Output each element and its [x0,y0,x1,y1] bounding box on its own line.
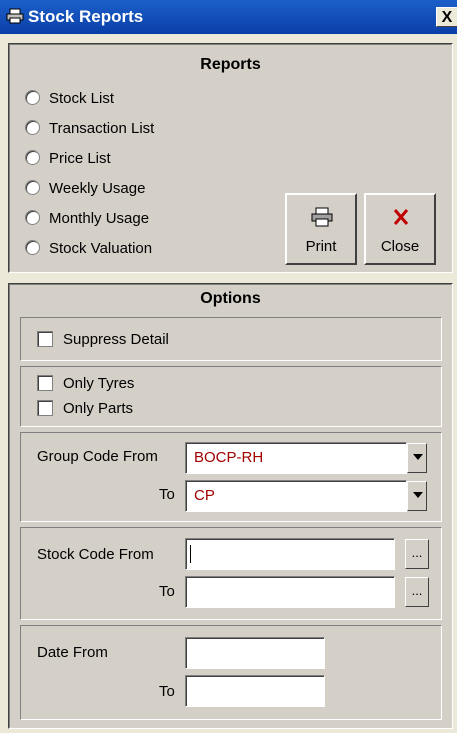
chevron-down-icon[interactable] [407,481,427,511]
window-title: Stock Reports [28,7,144,26]
radio-button[interactable] [25,150,40,166]
stock-code-section: Stock Code From ... To ... [20,527,442,620]
radio-monthly-usage[interactable]: Monthly Usage [25,208,149,230]
group-code-section: Group Code From BOCP-RH To CP [20,432,442,522]
stock-code-from-input[interactable] [185,538,395,570]
group-code-to-label: To [159,486,175,503]
radio-label: Stock List [49,90,115,107]
red-x-icon [393,209,409,225]
radio-button[interactable] [25,90,40,106]
radio-button[interactable] [25,120,40,136]
print-label: Print [305,238,337,255]
radio-button[interactable] [25,210,40,226]
radio-label: Price List [49,150,111,167]
checkbox-label: Only Parts [63,400,134,417]
printer-icon [311,207,333,227]
close-label: Close [380,238,420,255]
checkbox-box[interactable] [37,374,53,391]
date-from-label: Date From [37,644,108,661]
close-button[interactable]: Close [364,193,436,265]
only-parts-checkbox[interactable]: Only Parts [37,398,133,420]
checkbox-box[interactable] [37,330,53,347]
title-bar[interactable]: Stock Reports X [0,0,457,34]
stock-code-from-lookup-button[interactable]: ... [405,539,429,569]
printer-icon [6,8,24,24]
filter-section: Only Tyres Only Parts [20,366,442,427]
radio-label: Stock Valuation [49,240,153,257]
suppress-section: Suppress Detail [20,317,442,361]
only-tyres-checkbox[interactable]: Only Tyres [37,373,134,395]
reports-panel: Reports Stock List Transaction List Pric… [8,43,453,273]
stock-code-to-label: To [159,583,175,600]
checkbox-label: Only Tyres [63,375,135,392]
date-to-label: To [159,683,175,700]
radio-transaction-list[interactable]: Transaction List [25,118,154,140]
checkbox-box[interactable] [37,399,53,416]
group-code-from-label: Group Code From [37,448,158,465]
text-caret [190,545,191,563]
stock-code-from-label: Stock Code From [37,546,154,563]
stock-code-to-input[interactable] [185,576,395,608]
radio-label: Transaction List [49,120,155,137]
suppress-detail-checkbox[interactable]: Suppress Detail [37,329,169,351]
options-heading: Options [200,290,261,307]
stock-code-to-lookup-button[interactable]: ... [405,577,429,607]
radio-label: Monthly Usage [49,210,150,227]
radio-stock-valuation[interactable]: Stock Valuation [25,238,152,260]
checkbox-label: Suppress Detail [63,331,169,348]
radio-button[interactable] [25,180,40,196]
chevron-down-icon[interactable] [407,443,427,473]
group-code-from-select[interactable]: BOCP-RH [185,442,407,474]
date-section: Date From To [20,625,442,720]
radio-stock-list[interactable]: Stock List [25,88,114,110]
date-from-input[interactable] [185,637,325,669]
radio-button[interactable] [25,240,40,256]
radio-label: Weekly Usage [49,180,146,197]
radio-price-list[interactable]: Price List [25,148,111,170]
date-to-input[interactable] [185,675,325,707]
window-close-button[interactable]: X [436,7,457,27]
print-button[interactable]: Print [285,193,357,265]
radio-weekly-usage[interactable]: Weekly Usage [25,178,145,200]
group-code-to-select[interactable]: CP [185,480,407,512]
reports-heading: Reports [200,56,261,73]
options-panel: Options Suppress Detail Only Tyres Only … [8,283,453,729]
